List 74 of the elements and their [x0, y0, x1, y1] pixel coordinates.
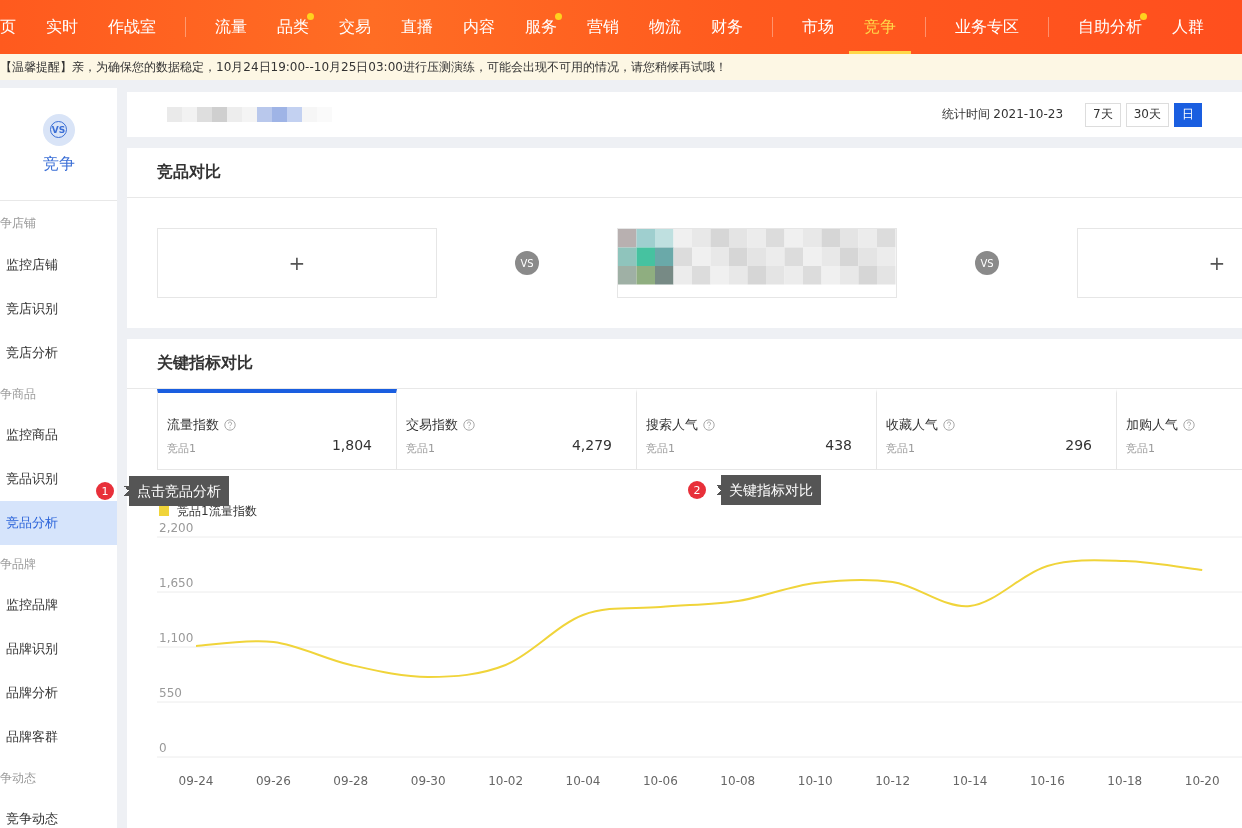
metric-tab[interactable]: 收藏人气 竞品1 296: [877, 389, 1117, 470]
sidebar-item[interactable]: 竞店识别: [0, 287, 117, 331]
metric-label: 流量指数: [167, 415, 219, 434]
vs-icon: VS: [515, 251, 539, 275]
x-tick-label: 09-26: [255, 774, 291, 788]
sidebar-item[interactable]: 品牌识别: [0, 627, 117, 671]
x-tick-label: 10-18: [1107, 774, 1143, 788]
help-icon[interactable]: [943, 418, 955, 431]
metric-value: 296: [1065, 436, 1092, 455]
x-tick-label: 10-20: [1184, 774, 1220, 788]
range-button[interactable]: 30天: [1125, 102, 1169, 127]
metric-sub: 竞品1: [167, 440, 197, 457]
range-button[interactable]: 日: [1174, 102, 1202, 127]
metric-label: 交易指数: [406, 415, 458, 434]
guide-tooltip: 点击竞品分析: [124, 476, 229, 506]
y-tick-label: 550: [159, 686, 182, 700]
metric-tab[interactable]: 流量指数 竞品1 1,804: [157, 389, 397, 470]
add-slot[interactable]: +: [1077, 228, 1242, 298]
help-icon[interactable]: [1183, 418, 1195, 431]
sidebar-title: 竞争: [42, 153, 75, 175]
sidebar-group-label: 争商品: [0, 386, 37, 403]
legend-swatch: [159, 506, 169, 516]
legend-label: 竞品1流量指数: [177, 504, 257, 518]
guide-tooltip: 关键指标对比: [716, 475, 821, 505]
x-tick-label: 10-16: [1029, 774, 1065, 788]
metric-tab[interactable]: 搜索人气 竞品1 438: [637, 389, 877, 470]
y-tick-label: 0: [159, 741, 167, 755]
sidebar-item[interactable]: 品牌客群: [0, 715, 117, 759]
y-tick-label: 2,200: [159, 521, 194, 535]
help-icon[interactable]: [224, 418, 236, 431]
metric-sub: 竞品1: [406, 440, 436, 457]
sidebar-group-label: 争动态: [0, 770, 37, 787]
metric-label: 加购人气: [1126, 415, 1178, 434]
help-icon[interactable]: [463, 418, 475, 431]
y-tick-label: 1,650: [159, 576, 194, 590]
x-tick-label: 10-08: [720, 774, 756, 788]
x-tick-label: 10-02: [488, 774, 524, 788]
sidebar-item[interactable]: 品牌分析: [0, 671, 117, 715]
x-tick-label: 09-30: [410, 774, 446, 788]
help-icon[interactable]: [703, 418, 715, 431]
vs-icon: VS: [975, 251, 999, 275]
x-tick-label: 10-10: [797, 774, 833, 788]
metric-tab[interactable]: 交易指数 竞品1 4,279: [397, 389, 637, 470]
metric-sub: 竞品1: [646, 440, 676, 457]
notice-text: 【温馨提醒】亲，为确保您的数据稳定，10月24日19:00--10月25日03:00进行压测演练，可能会出现不可用的情况，请您稍候再试哦！: [0, 54, 1242, 80]
sidebar-item[interactable]: 竞争动态: [0, 797, 117, 828]
x-tick-label: 10-04: [565, 774, 601, 788]
sidebar-group-label: 争品牌: [0, 556, 37, 573]
range-button[interactable]: 7天: [1085, 102, 1121, 127]
plus-label: +: [288, 251, 306, 275]
plus-label: +: [1208, 251, 1226, 275]
sidebar-item[interactable]: 监控店铺: [0, 243, 117, 287]
x-tick-label: 09-28: [333, 774, 369, 788]
sidebar-item[interactable]: 竞品分析: [0, 501, 117, 545]
x-tick-label: 10-06: [642, 774, 678, 788]
metric-value: 438: [825, 436, 852, 455]
sidebar-item[interactable]: 监控商品: [0, 413, 117, 457]
metric-value: 4,279: [571, 436, 612, 455]
x-tick-label: 10-14: [952, 774, 988, 788]
sidebar-item[interactable]: 竞店分析: [0, 331, 117, 375]
metric-sub: 竞品1: [1126, 440, 1156, 457]
x-tick-label: 10-12: [875, 774, 911, 788]
metric-sub: 竞品1: [886, 440, 916, 457]
y-tick-label: 1,100: [159, 631, 194, 645]
x-tick-label: 09-24: [178, 774, 214, 788]
section-title: 竞品对比: [127, 148, 1242, 198]
sidebar-group-label: 争店铺: [0, 215, 37, 232]
metric-value: 1,804: [331, 436, 372, 455]
metric-label: 收藏人气: [886, 415, 938, 434]
stat-time: 统计时间 2021-10-23: [941, 106, 1064, 123]
metric-label: 搜索人气: [646, 415, 698, 434]
add-slot[interactable]: +: [157, 228, 437, 298]
sidebar-item[interactable]: 监控品牌: [0, 583, 117, 627]
vs-icon: VS: [42, 113, 75, 146]
